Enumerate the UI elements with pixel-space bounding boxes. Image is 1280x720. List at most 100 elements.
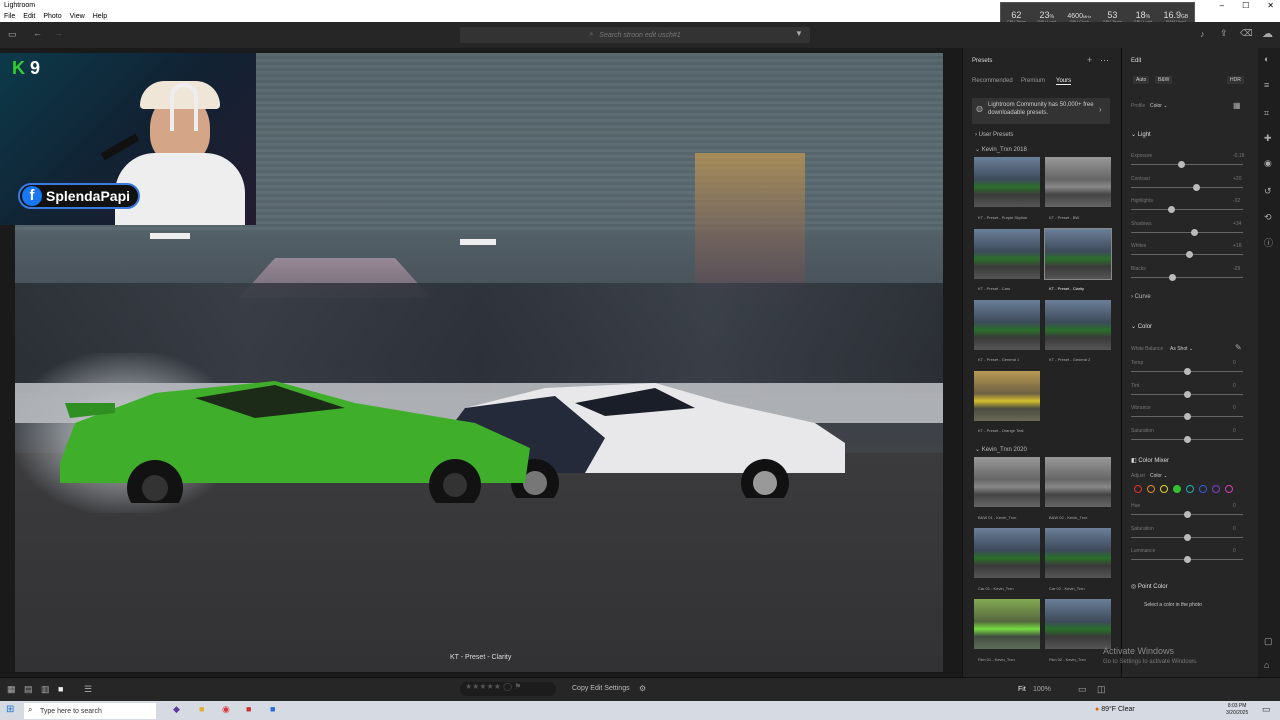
settings-gear-icon[interactable]: ⚙ (639, 684, 646, 693)
adjust-select[interactable]: Color ⌄ (1150, 473, 1168, 479)
preset-thumb-selected[interactable] (1044, 228, 1112, 280)
preset-thumb[interactable] (974, 528, 1040, 578)
profile-browser-icon[interactable]: ▦ (1233, 101, 1241, 110)
preset-thumb[interactable] (974, 457, 1040, 507)
mixer-color-dot[interactable] (1160, 485, 1168, 493)
lightroom-taskbar-icon[interactable]: ■ (270, 704, 275, 714)
menu-photo[interactable]: Photo (43, 13, 61, 20)
more-icon[interactable]: ⋯ (1100, 55, 1109, 66)
mask-icon[interactable]: ◉ (1264, 158, 1272, 169)
group-user-presets[interactable]: › User Presets (975, 132, 1013, 138)
chrome-icon[interactable]: ◉ (222, 704, 230, 715)
detail-view-icon[interactable]: ▥ (41, 684, 50, 695)
mixer-color-dot[interactable] (1225, 485, 1233, 493)
mixer-color-dot[interactable] (1134, 485, 1142, 493)
search-input[interactable]: Search stroon edit usch#1 (599, 32, 680, 39)
fit-label[interactable]: Fit (1018, 686, 1026, 693)
before-after-icon[interactable]: ◫ (1097, 684, 1106, 695)
mixer-color-dot[interactable] (1199, 485, 1207, 493)
preset-thumb[interactable] (974, 300, 1040, 350)
chevron-right-icon[interactable]: › (1099, 105, 1102, 114)
forward-arrow-icon[interactable]: → (54, 28, 63, 38)
menu-help[interactable]: Help (93, 13, 107, 20)
section-color-mixer[interactable]: ◧ Color Mixer (1131, 457, 1169, 464)
menu-edit[interactable]: Edit (23, 13, 35, 20)
menu-view[interactable]: View (70, 13, 85, 20)
color-slider-handle[interactable] (1184, 368, 1191, 375)
profile-select[interactable]: Color ⌄ (1150, 103, 1168, 109)
bw-button[interactable]: B&W (1155, 76, 1173, 84)
tab-yours[interactable]: Yours (1056, 78, 1072, 85)
section-color[interactable]: ⌄ Color (1131, 323, 1152, 330)
sliders-icon[interactable]: ≡ (1264, 80, 1269, 90)
mixer-color-dot[interactable] (1212, 485, 1220, 493)
preset-thumb[interactable] (974, 599, 1040, 649)
zoom-level[interactable]: 100% (1033, 686, 1051, 693)
mixer-color-dot[interactable] (1186, 485, 1194, 493)
preset-thumb[interactable] (974, 229, 1040, 279)
taskbar-search[interactable]: Type here to search (24, 703, 156, 719)
app-icon-2[interactable]: ■ (246, 704, 251, 714)
group-kevin-2018[interactable]: ⌄ Kevin_Trxn 2018 (975, 146, 1027, 153)
grid-view-icon[interactable]: ▦ (7, 684, 16, 695)
tab-recommended[interactable]: Recommended (972, 78, 1013, 84)
windows-start-icon[interactable]: ⊞ (6, 704, 14, 715)
edit-tool-icon[interactable]: ◐ (1264, 54, 1269, 64)
filter-icon[interactable]: ▼ (795, 29, 803, 38)
light-slider-track[interactable] (1131, 164, 1243, 165)
bell-icon[interactable]: ♪ (1200, 29, 1205, 39)
back-arrow-icon[interactable]: ← (33, 28, 42, 38)
color-slider-handle[interactable] (1184, 390, 1191, 398)
menu-file[interactable]: File (4, 13, 15, 20)
wb-select[interactable]: As Shot ⌄ (1170, 346, 1193, 352)
group-kevin-2020[interactable]: ⌄ Kevin_Trxn 2020 (975, 446, 1027, 453)
versions-icon[interactable]: ⟲ (1264, 212, 1272, 223)
notification-icon[interactable]: ▭ (1262, 704, 1271, 715)
tab-premium[interactable]: Premium (1021, 78, 1045, 84)
section-point-color[interactable]: ◎ Point Color (1131, 583, 1168, 590)
preset-thumb[interactable] (1045, 528, 1111, 578)
mixer-slider-handle[interactable] (1184, 511, 1191, 518)
preset-thumb[interactable] (1045, 457, 1111, 507)
cloud-icon[interactable]: ☁ (1262, 27, 1273, 40)
color-slider-handle[interactable] (1184, 413, 1191, 420)
rating-stars[interactable]: ★★★★★ ◯ ⚑ (460, 682, 556, 696)
copy-edit-settings-button[interactable]: Copy Edit Settings (572, 685, 630, 692)
eyedropper-icon[interactable]: ✎ (1235, 343, 1242, 352)
preset-thumb[interactable] (1045, 599, 1111, 649)
app-icon[interactable]: ◆ (173, 704, 180, 715)
maximize-button[interactable]: ☐ (1242, 1, 1249, 10)
mixer-slider-handle[interactable] (1184, 533, 1191, 541)
sort-icon[interactable]: ☰ (84, 684, 92, 695)
hdr-button[interactable]: HDR (1227, 76, 1244, 84)
light-slider-handle[interactable] (1190, 228, 1198, 236)
history-icon[interactable]: ↺ (1264, 186, 1272, 197)
preset-thumb[interactable] (1045, 300, 1111, 350)
info-icon[interactable]: ⓘ (1264, 236, 1273, 249)
minimize-button[interactable]: – (1220, 1, 1224, 10)
compare-icon[interactable]: ▭ (1078, 684, 1087, 695)
section-light[interactable]: ⌄ Light (1131, 131, 1151, 138)
section-curve[interactable]: › Curve (1131, 294, 1151, 300)
light-slider-track[interactable] (1131, 209, 1243, 210)
trash-icon[interactable]: ⌫ (1240, 28, 1253, 39)
comment-icon[interactable]: ▢ (1264, 636, 1273, 647)
share-icon[interactable]: ⇪ (1220, 28, 1228, 39)
search-bar[interactable]: ⌕ Search stroon edit usch#1 (460, 27, 810, 43)
preset-thumb[interactable] (1045, 157, 1111, 207)
square-grid-icon[interactable]: ▤ (24, 684, 33, 695)
crop-icon[interactable]: ⌗ (1264, 108, 1269, 119)
community-promo[interactable]: Lightroom Community has 50,000+ free dow… (972, 98, 1110, 124)
tag-icon[interactable]: ⌂ (1264, 660, 1269, 670)
heal-icon[interactable]: ✚ (1264, 133, 1272, 144)
color-slider-handle[interactable] (1184, 435, 1191, 443)
light-slider-track[interactable] (1131, 276, 1243, 278)
panel-toggle-icon[interactable]: ▭ (8, 29, 17, 40)
mixer-color-dot[interactable] (1173, 485, 1181, 493)
add-preset-icon[interactable]: + (1087, 55, 1092, 65)
light-slider-track[interactable] (1131, 231, 1243, 233)
light-slider-track[interactable] (1131, 186, 1243, 188)
folder-icon[interactable]: ■ (199, 704, 204, 714)
mixer-slider-handle[interactable] (1184, 556, 1191, 563)
preset-thumb[interactable] (974, 371, 1040, 421)
